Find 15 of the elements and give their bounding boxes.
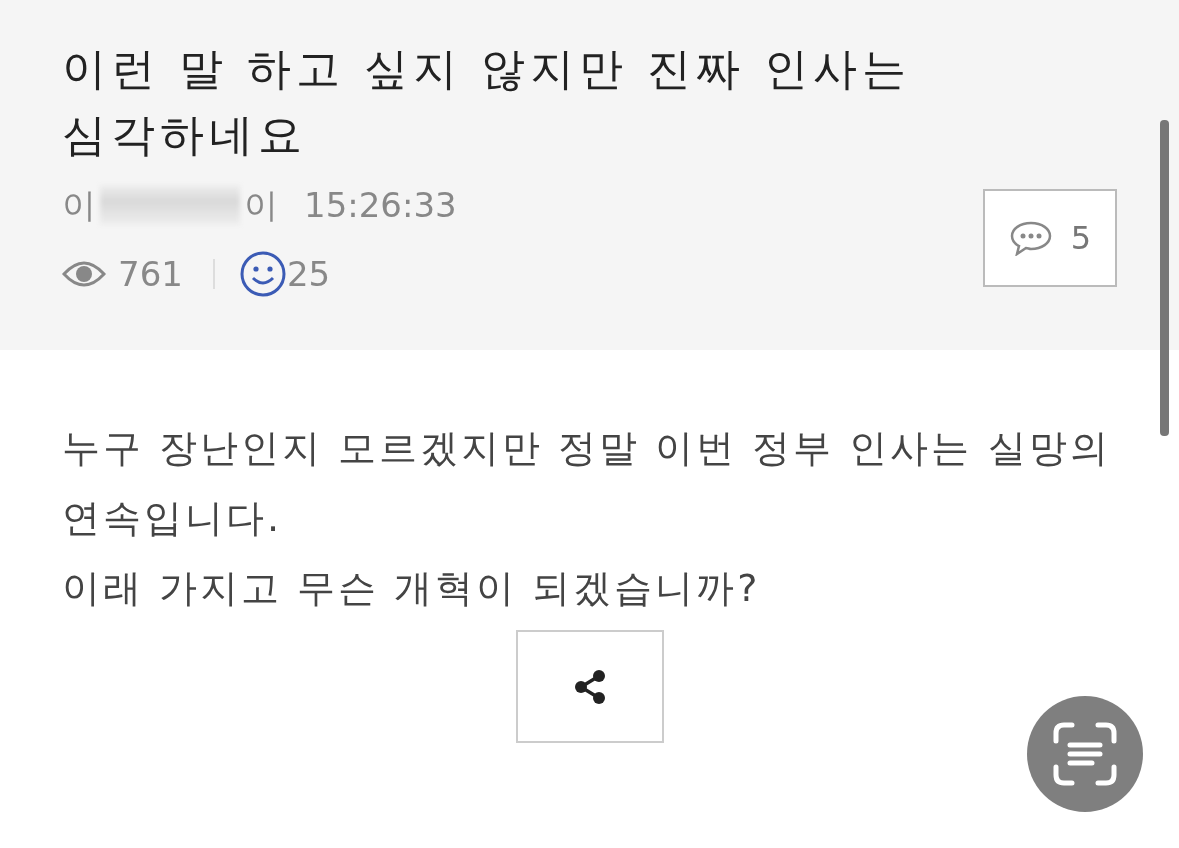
view-count: 761: [118, 253, 183, 296]
post-time: 15:26:33: [304, 184, 457, 227]
body-paragraph: 이래 가지고 무슨 개혁이 되겠습니까?: [62, 565, 762, 612]
scrollbar[interactable]: [1160, 120, 1169, 436]
share-button[interactable]: [515, 630, 664, 743]
like-count: 25: [286, 253, 331, 296]
eye-icon: [62, 260, 106, 288]
author-name: 이: [244, 184, 278, 227]
author-name: 이: [62, 184, 96, 227]
post-title: 이런 말 하고 싶지 않지만 진짜 인사는 심각하네요: [62, 42, 912, 162]
text-scan-icon: [1052, 721, 1118, 787]
speech-bubble-icon: [1008, 220, 1053, 256]
smiley-icon: [238, 250, 287, 298]
comment-button[interactable]: 5: [983, 189, 1117, 287]
body-paragraph: 누구 장난인지 모르겠지만 정말 이번 정부 인사는 실망의 연속입니다.: [62, 425, 1112, 542]
